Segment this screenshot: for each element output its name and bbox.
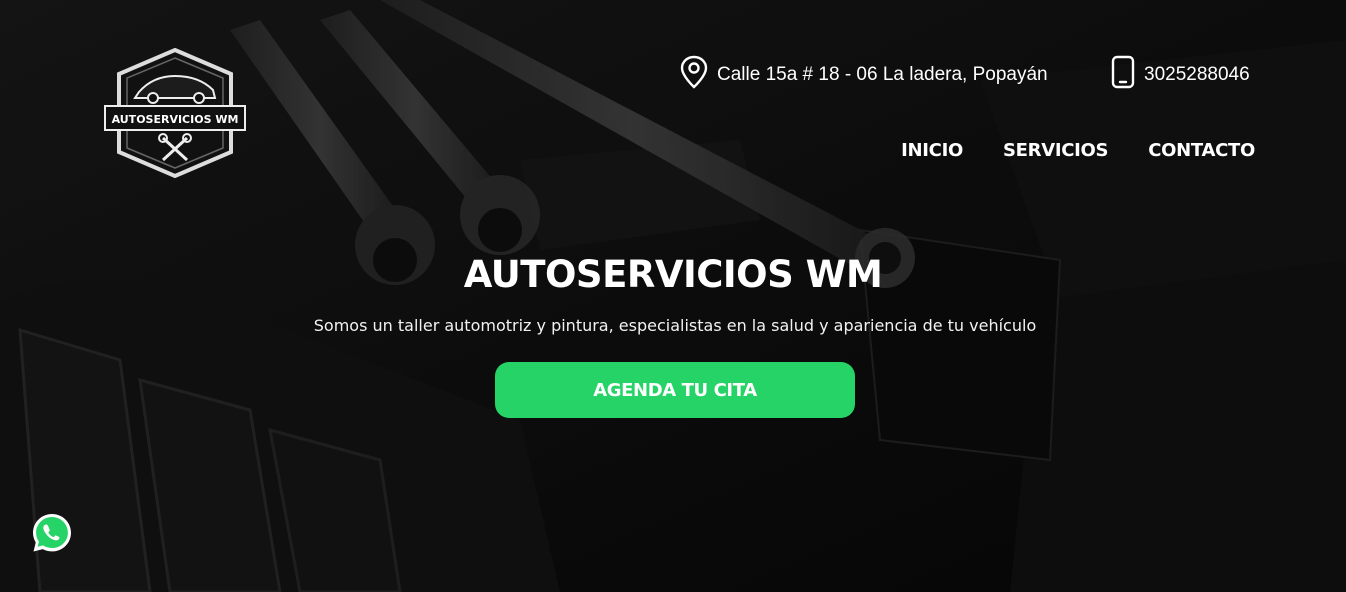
brand-logo[interactable]: AUTOSERVICIOS WM [103, 47, 247, 179]
smartphone-icon [1110, 55, 1136, 95]
nav-item-contacto[interactable]: CONTACTO [1148, 140, 1255, 161]
whatsapp-icon[interactable] [30, 511, 74, 555]
nav-item-inicio[interactable]: INICIO [901, 140, 963, 161]
nav-item-servicios[interactable]: SERVICIOS [1003, 140, 1109, 161]
address-text: Calle 15a # 18 - 06 La ladera, Popayán [717, 64, 1048, 85]
schedule-appointment-button[interactable]: AGENDA TU CITA [495, 362, 855, 418]
logo-text: AUTOSERVICIOS WM [112, 113, 239, 126]
phone-text: 3025288046 [1144, 64, 1250, 85]
hero-subtitle: Somos un taller automotriz y pintura, es… [313, 316, 1037, 335]
address-link[interactable]: Calle 15a # 18 - 06 La ladera, Popayán [679, 55, 1048, 95]
map-pin-icon [679, 55, 709, 95]
phone-link[interactable]: 3025288046 [1110, 55, 1250, 95]
hero-title: AUTOSERVICIOS WM [463, 253, 883, 296]
main-nav: INICIO SERVICIOS CONTACTO [901, 140, 1255, 161]
